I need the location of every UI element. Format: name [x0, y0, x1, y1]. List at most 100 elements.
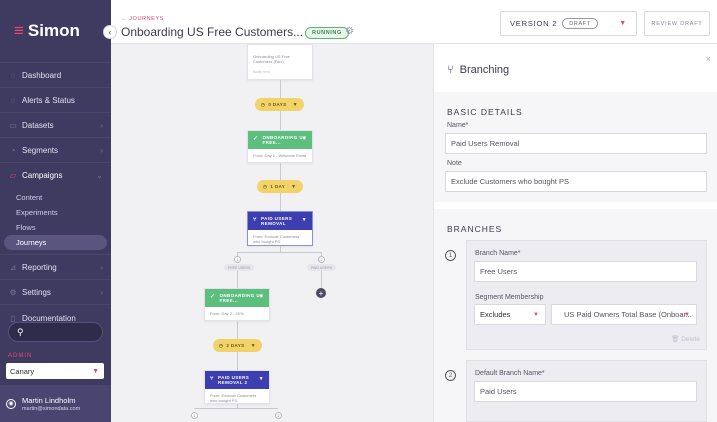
trash-icon: 🗑: [671, 336, 680, 343]
branch-number: 2: [318, 256, 325, 263]
connector: [280, 111, 281, 130]
segment-icon: ◔: [10, 145, 16, 155]
sidebar-item-alerts[interactable]: ◌ Alerts & Status: [0, 87, 111, 112]
page-header: ← JOURNEYS Onboarding US Free Customers.…: [111, 0, 717, 44]
chevron-right-icon: ›: [100, 287, 103, 297]
org-select-value: Canary: [10, 366, 35, 376]
delete-branch-button[interactable]: 🗑 Delete: [671, 335, 700, 343]
connector: [321, 271, 322, 288]
branch-card: Default Branch Name* Paid Users: [466, 360, 707, 422]
clock-icon: ◷: [261, 101, 266, 107]
branch-number: 1: [191, 412, 198, 419]
delay-node[interactable]: ◷ 1 DAY ▼: [257, 180, 303, 193]
check-icon: ✓: [210, 294, 216, 301]
campaign-icon: ▱: [9, 170, 17, 180]
org-select[interactable]: Canary ▼: [6, 363, 104, 379]
branching-card[interactable]: ⑂ PAID USERS REMOVAL 2 ▼ From: Exclude C…: [204, 370, 270, 404]
chevron-right-icon: ›: [100, 145, 103, 155]
journey-canvas[interactable]: Onboarding US Free Customers (Flex) Body…: [111, 44, 433, 422]
start-card-sub: Body text: [253, 69, 270, 74]
sidebar-subitem-experiments[interactable]: Experiments: [0, 205, 111, 220]
dataset-icon: ▭: [9, 120, 17, 130]
review-draft-button[interactable]: REVIEW DRAFT: [644, 11, 710, 36]
delete-label: Delete: [681, 336, 700, 343]
collapse-sidebar-button[interactable]: ‹: [103, 25, 117, 39]
membership-mode-value: Excludes: [480, 310, 511, 319]
caret-down-icon: ▼: [684, 311, 690, 318]
connector: [237, 352, 238, 370]
name-label: Name*: [447, 122, 469, 129]
sidebar-search-input[interactable]: ⚲: [8, 322, 103, 342]
branching-card-title: PAID USERS REMOVAL: [261, 215, 293, 227]
email-card-title: ONBOARDING US FREE...: [262, 134, 307, 146]
branch-label: PAID USERS: [307, 264, 336, 271]
connector: [237, 271, 238, 288]
user-email: martin@simondata.com: [22, 405, 81, 412]
branch-icon: ⑂: [447, 64, 454, 76]
journey-start-card[interactable]: Onboarding US Free Customers (Flex) Body…: [247, 44, 313, 80]
breadcrumb[interactable]: ← JOURNEYS: [121, 16, 164, 22]
segment-select[interactable]: US Paid Owners Total Base (Onboar... ▼: [551, 304, 697, 325]
sidebar-item-campaigns[interactable]: ▱ Campaigns ⌄: [0, 162, 111, 187]
name-field[interactable]: Paid Users Removal: [445, 133, 707, 154]
campaigns-submenu: Content Experiments Flows Journeys: [0, 187, 111, 254]
sidebar-item-segments[interactable]: ◔ Segments ›: [0, 137, 111, 162]
delay-node[interactable]: ◷ 2 DAYS ▼: [213, 339, 262, 352]
chevron-right-icon: ›: [100, 262, 103, 272]
version-select[interactable]: VERSION 2 DRAFT ▼: [500, 11, 637, 36]
note-field[interactable]: Exclude Customers who bought PS: [445, 171, 707, 192]
connector: [237, 252, 321, 253]
connector: [280, 80, 281, 98]
sidebar-item-datasets[interactable]: ▭ Datasets ›: [0, 112, 111, 137]
segment-value: US Paid Owners Total Base (Onboar...: [564, 310, 692, 319]
section-title: BASIC DETAILS: [447, 107, 523, 117]
admin-label: ADMIN: [8, 353, 33, 359]
user-profile[interactable]: ◉ Martin Lindholm martin@simondata.com: [0, 385, 111, 422]
logo-text: Simon: [27, 21, 80, 40]
section-title: BRANCHES: [447, 224, 503, 234]
add-node-button[interactable]: +: [316, 288, 326, 298]
alert-icon: ◌: [10, 95, 16, 105]
branch-card: Branch Name* Free Users Segment Membersh…: [466, 240, 707, 350]
branch-icon: ⑂: [253, 217, 258, 224]
caret-down-icon: ▼: [250, 342, 256, 349]
sidebar-item-reporting[interactable]: ⊿ Reporting ›: [0, 254, 111, 279]
caret-down-icon: ▼: [258, 376, 264, 383]
sidebar: ≡ Simon ◌ Dashboard ◌ Alerts & Status ▭ …: [0, 0, 111, 422]
connector: [280, 193, 281, 211]
search-icon: ⚲: [17, 326, 24, 337]
sidebar-subitem-flows[interactable]: Flows: [0, 220, 111, 235]
email-card-body: From: Day 2 - 20%: [210, 311, 244, 316]
page-title: Onboarding US Free Customers...: [121, 25, 304, 39]
branching-card[interactable]: ⑂ PAID USERS REMOVAL ▼ From: Exclude Cus…: [247, 211, 313, 246]
gear-icon[interactable]: ⚙: [345, 26, 354, 37]
branch-name-label: Branch Name*: [475, 250, 521, 257]
branching-panel: ⑂ Branching × BASIC DETAILS Name* Paid U…: [433, 44, 717, 422]
email-card-title: ONBOARDING US FREE...: [219, 292, 264, 304]
membership-mode-select[interactable]: Excludes ▼: [474, 304, 546, 325]
branch-number: 1: [445, 250, 456, 261]
sidebar-subitem-journeys[interactable]: Journeys: [4, 235, 107, 250]
logo[interactable]: ≡ Simon: [0, 0, 111, 62]
caret-down-icon: ▼: [619, 20, 627, 27]
clock-icon: ◷: [219, 342, 224, 348]
sidebar-subitem-content[interactable]: Content: [0, 190, 111, 205]
sidebar-item-label: Settings: [22, 287, 51, 297]
branch-name-field[interactable]: Free Users: [474, 261, 697, 282]
segment-membership-label: Segment Membership: [475, 294, 544, 301]
default-branch-name-label: Default Branch Name*: [475, 370, 545, 377]
delay-label: 1 DAY: [270, 184, 286, 189]
delay-node[interactable]: ◷ 0 DAYS ▼: [255, 98, 304, 111]
default-branch-name-field[interactable]: Paid Users: [474, 381, 697, 402]
caret-down-icon: ▼: [301, 136, 307, 143]
close-icon[interactable]: ×: [706, 54, 711, 64]
chart-icon: ⊿: [9, 262, 17, 272]
note-label: Note: [447, 160, 462, 167]
email-card[interactable]: ✓ ONBOARDING US FREE... ▼ From: Day 2 - …: [204, 288, 270, 321]
delay-label: 2 DAYS: [226, 343, 245, 348]
sidebar-item-dashboard[interactable]: ◌ Dashboard: [0, 62, 111, 87]
caret-down-icon: ▼: [301, 217, 307, 224]
caret-down-icon: ▼: [92, 367, 99, 375]
sidebar-item-settings[interactable]: ⚙ Settings ›: [0, 279, 111, 304]
email-card[interactable]: ✓ ONBOARDING US FREE... ▼ From: Day 1 - …: [247, 130, 313, 163]
